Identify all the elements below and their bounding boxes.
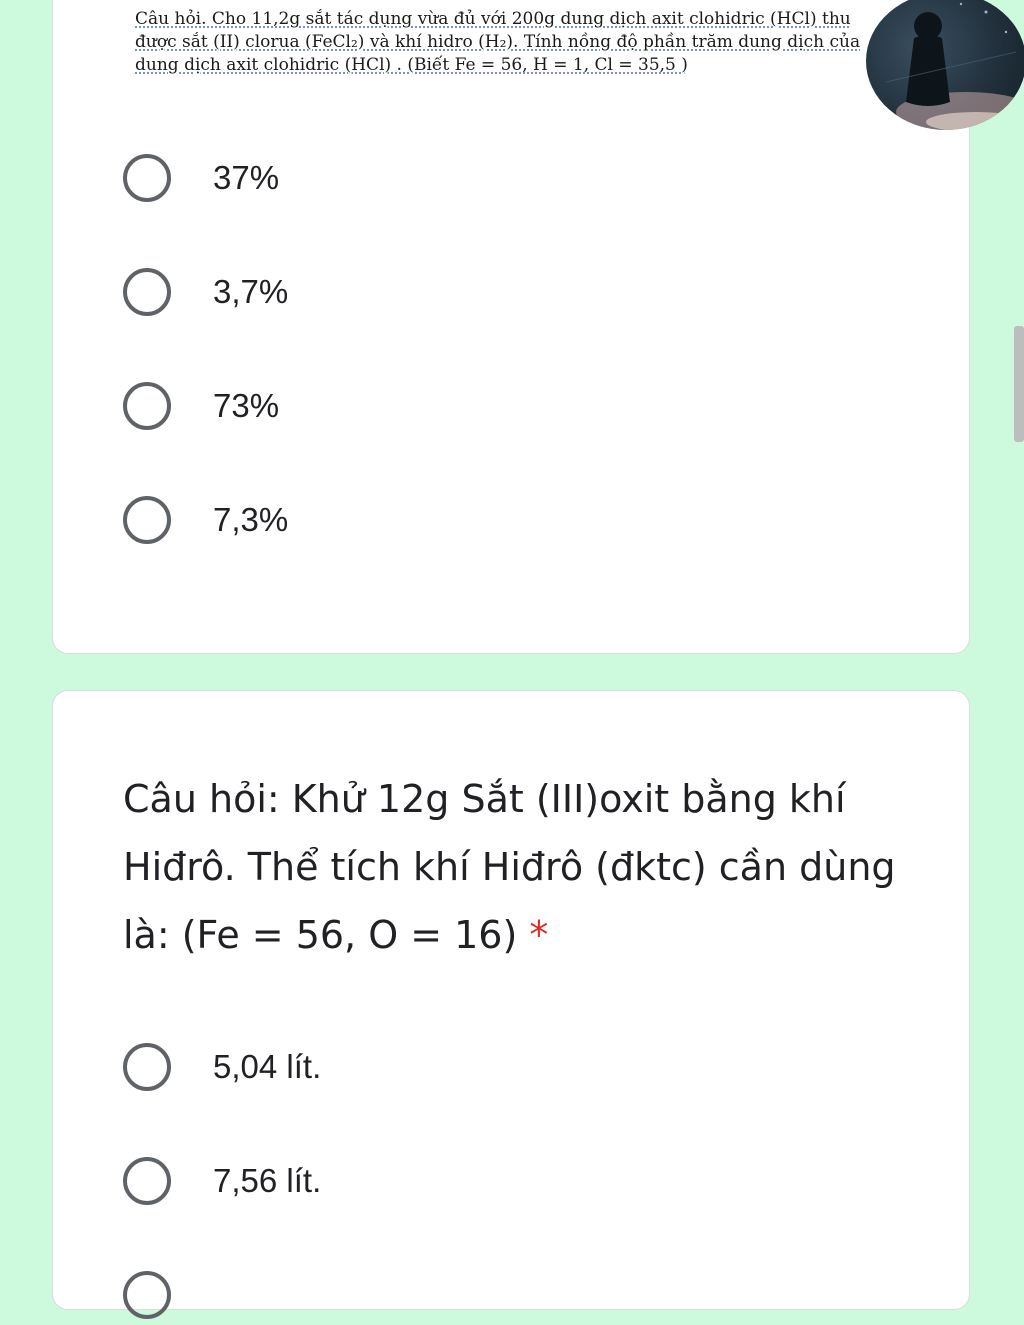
radio-button[interactable] (123, 154, 171, 202)
radio-button[interactable] (123, 268, 171, 316)
option-label: 7,56 lít. (213, 1162, 322, 1199)
question-image-line: được sắt (II) clorua (FeCl₂) và khí hidr… (135, 32, 861, 52)
option-7-3-percent[interactable]: 7,3% (123, 490, 288, 550)
radio-button[interactable] (123, 1157, 171, 1205)
profile-avatar[interactable] (866, 0, 1024, 130)
option-label: 37% (213, 159, 280, 196)
option-5-04-lit[interactable]: 5,04 lít. (123, 1037, 321, 1097)
option-37-percent[interactable]: 37% (123, 148, 279, 208)
option-partially-visible[interactable] (123, 1265, 171, 1325)
radio-button[interactable] (123, 382, 171, 430)
avatar-illustration (885, 2, 1024, 130)
scrollbar[interactable] (1014, 326, 1024, 442)
question-card-1: Câu hỏi. Cho 11,2g sắt tác dụng vừa đủ v… (52, 0, 970, 654)
question-text: Câu hỏi: Khử 12g Sắt (III)oxit bằng khí … (123, 777, 896, 957)
option-3-7-percent[interactable]: 3,7% (123, 262, 288, 322)
option-7-56-lit[interactable]: 7,56 lít. (123, 1151, 321, 1211)
question-image-line: Câu hỏi. Cho 11,2g sắt tác dụng vừa đủ v… (135, 9, 851, 29)
radio-button[interactable] (123, 1271, 171, 1319)
radio-button[interactable] (123, 1043, 171, 1091)
radio-button[interactable] (123, 496, 171, 544)
option-label: 7,3% (213, 501, 289, 538)
option-label: 73% (213, 387, 280, 424)
question-image-line: dung dịch axit clohidric (HCl) . (Biết F… (135, 55, 688, 75)
required-asterisk: * (529, 913, 549, 957)
option-73-percent[interactable]: 73% (123, 376, 279, 436)
question-title: Câu hỏi: Khử 12g Sắt (III)oxit bằng khí … (123, 765, 903, 969)
option-label: 5,04 lít. (213, 1048, 322, 1085)
question-card-2: Câu hỏi: Khử 12g Sắt (III)oxit bằng khí … (52, 690, 970, 1319)
option-label: 3,7% (213, 273, 289, 310)
question-image: Câu hỏi. Cho 11,2g sắt tác dụng vừa đủ v… (135, 8, 871, 77)
